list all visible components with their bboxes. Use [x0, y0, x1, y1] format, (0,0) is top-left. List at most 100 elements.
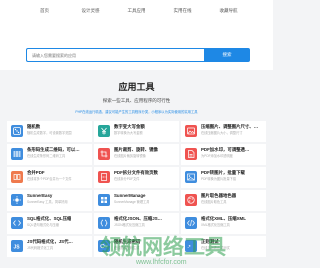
palette-icon	[185, 194, 197, 206]
key-icon	[98, 240, 110, 252]
tool-card-name: 格式化JSON、压缩JS…	[114, 216, 163, 221]
tool-card-desc: 在线正则表达式测试	[201, 246, 230, 250]
tool-card-text: SunnerManage SunnerManage 管理工具	[114, 193, 149, 205]
hero-banner	[0, 22, 273, 70]
pdf-icon	[185, 148, 197, 160]
tool-card-text: SunnerEasy SunnerEasy 工具，简单好用	[27, 193, 68, 205]
tool-card-name: 随机数	[27, 124, 41, 129]
tool-card-text: 正则测试 在线正则表达式测试	[201, 239, 230, 251]
nav-item-online[interactable]: 实用在线	[160, 8, 206, 14]
tool-card[interactable]: 图片取色器地色器 在线图片取色工具	[181, 190, 266, 211]
tool-card-desc: 随机生成数字，可设置数字范围	[27, 131, 72, 135]
tool-card[interactable]: 格式化JSON、压缩JS… JSON格式化压缩工具	[94, 213, 179, 234]
tool-card[interactable]: 数字变大写金额 数字转换为大写金额	[94, 121, 179, 142]
crop-icon	[98, 148, 110, 160]
nav-item-home[interactable]: 首页	[22, 8, 68, 14]
tool-card-text: 图片取色器地色器 在线图片取色工具	[201, 193, 236, 205]
tool-card[interactable]: SQL格式化、SQL压缩 SQL语句格式化与压缩	[7, 213, 92, 234]
tool-card-name: 图片裁剪、旋转、镜像	[114, 147, 158, 152]
split-icon	[98, 171, 110, 183]
tool-card-desc: SQL语句格式化与压缩	[27, 223, 59, 227]
tool-card[interactable]: JS JS代码格式化，JS代… JS代码格式化工具	[7, 236, 92, 257]
tool-card[interactable]: 随机数随机生成数字，可设置数字范围	[7, 121, 92, 142]
sun-icon	[11, 194, 23, 206]
tool-card-desc: 在线图片取色工具	[201, 200, 227, 204]
tool-card-text: 压缩图片、调整图片尺寸、… 在线压缩图片大小，调整尺寸	[201, 124, 258, 136]
nav-item-tools[interactable]: 工具应用	[114, 8, 160, 14]
tool-card-text: 随机数随机生成数字，可设置数字范围	[27, 124, 72, 136]
nav-item-bookmarks[interactable]: 收藏导航	[206, 8, 252, 14]
tool-card[interactable]: 条形码生成二维码，可以… 在线生成条形码二维码工具	[7, 144, 92, 165]
tool-card-name: 随机生成密码	[114, 239, 141, 244]
tool-card-text: PDF拆分文件有效页数 在线拆分PDF文件	[114, 170, 158, 182]
tool-card[interactable]: 合并PDF 在线将多个PDF合并为一个文件	[7, 167, 92, 188]
tool-card-desc: 在线拆分PDF文件	[114, 177, 140, 181]
search-button[interactable]: 搜索	[204, 48, 250, 62]
yen-icon	[98, 125, 110, 137]
section-header: 应用工具 探索一些工具、应用程序的可行性 PHP在线运行精选，建议可能产生的工具…	[0, 80, 273, 114]
tool-card-text: 图片裁剪、旋转、镜像 在线图片裁剪旋转镜像	[114, 147, 158, 159]
manage-icon	[98, 194, 110, 206]
barcode-icon	[11, 148, 23, 160]
tool-card-name: PDF转图片，批量下载	[201, 170, 245, 175]
tool-card[interactable]: 随机生成密码 在线随机密码生成	[94, 236, 179, 257]
svg-text:JS: JS	[14, 245, 21, 251]
tool-card-text: 格式化JSON、压缩JS… JSON格式化压缩工具	[114, 216, 162, 228]
dice-icon	[11, 125, 23, 137]
tool-card-desc: SunnerManage 管理工具	[114, 200, 150, 204]
tool-card-desc: JSON格式化压缩工具	[114, 223, 145, 227]
pdf-image-icon	[185, 171, 197, 183]
tool-card-name: SQL格式化、SQL压缩	[27, 216, 72, 221]
tool-card-text: JS代码格式化，JS代… JS代码格式化工具	[27, 239, 73, 251]
section-title: 应用工具	[118, 82, 155, 92]
tool-card[interactable]: PDF转图片，批量下载 PDF转换为图片批量下载	[181, 167, 266, 188]
tool-card-name: 数字变大写金额	[114, 124, 145, 129]
tool-card-name: PDF加水印，可调整透…	[201, 147, 250, 152]
tool-card-text: PDF加水印，可调整透… 为PDF添加水印透明度	[201, 147, 249, 159]
tool-card-name: 格式化XML、压缩XML	[201, 216, 246, 221]
tool-card-desc: 在线随机密码生成	[114, 246, 140, 250]
tool-card-text: PDF转图片，批量下载 PDF转换为图片批量下载	[201, 170, 245, 182]
tool-card[interactable]: SunnerEasy SunnerEasy 工具，简单好用	[7, 190, 92, 211]
tool-card[interactable]: 图片裁剪、旋转、镜像 在线图片裁剪旋转镜像	[94, 144, 179, 165]
search-bar: 搜索	[26, 48, 250, 62]
regex-icon: .*	[185, 240, 197, 252]
tool-card-text: SQL格式化、SQL压缩 SQL语句格式化与压缩	[27, 216, 71, 228]
merge-icon	[11, 171, 23, 183]
tool-card[interactable]: 压缩图片、调整图片尺寸、… 在线压缩图片大小，调整尺寸	[181, 121, 266, 142]
tool-card-desc: JS代码格式化工具	[27, 246, 54, 250]
nav-item-design[interactable]: 设计灵感	[68, 8, 114, 14]
tool-card-text: 格式化XML、压缩XML XML格式化压缩工具	[201, 216, 246, 228]
tool-card-desc: 在线图片裁剪旋转镜像	[114, 154, 146, 158]
svg-text:.*: .*	[188, 244, 191, 249]
tool-card[interactable]: PDF加水印，可调整透… 为PDF添加水印透明度	[181, 144, 266, 165]
tool-card-name: SunnerEasy	[27, 193, 53, 198]
json-icon	[98, 217, 110, 229]
tool-card-desc: 在线压缩图片大小，调整尺寸	[201, 131, 243, 135]
top-nav: 首页 设计灵感 工具应用 实用在线 收藏导航	[0, 0, 273, 23]
search-input[interactable]	[26, 48, 204, 62]
tool-card-text: 随机生成密码 在线随机密码生成	[114, 239, 140, 251]
tool-card[interactable]: .* 正则测试 在线正则表达式测试	[181, 236, 266, 257]
tool-card-name: 压缩图片、调整图片尺寸、…	[201, 124, 259, 129]
tool-card-name: JS代码格式化，JS代…	[27, 239, 73, 244]
xml-icon	[185, 217, 197, 229]
svg-text:www.lhfcfor.com: www.lhfcfor.com	[135, 259, 187, 266]
tool-card-desc: XML格式化压缩工具	[201, 223, 230, 227]
tool-card[interactable]: PDF拆分文件有效页数 在线拆分PDF文件	[94, 167, 179, 188]
js-icon: JS	[11, 240, 23, 252]
tool-card-text: 数字变大写金额 数字转换为大写金额	[114, 124, 145, 136]
tool-card-desc: 在线生成条形码二维码工具	[27, 154, 66, 158]
tool-card-text: 条形码生成二维码，可以… 在线生成条形码二维码工具	[27, 147, 80, 159]
tool-grid: 随机数随机生成数字，可设置数字范围 数字变大写金额 数字转换为大写金额 压缩图片、调整…	[7, 121, 266, 257]
tool-card-desc: 在线将多个PDF合并为一个文件	[27, 177, 72, 181]
tool-card-name: SunnerManage	[114, 193, 146, 198]
code-icon	[11, 217, 23, 229]
tool-card-desc: 数字转换为大写金额	[114, 131, 143, 135]
tool-card[interactable]: SunnerManage SunnerManage 管理工具	[94, 190, 179, 211]
tool-card-name: PDF拆分文件有效页数	[114, 170, 158, 175]
tool-card-name: 合并PDF	[27, 170, 45, 175]
tool-card-desc: 为PDF添加水印透明度	[201, 154, 233, 158]
tool-card-name: 图片取色器地色器	[201, 193, 237, 198]
tool-card[interactable]: 格式化XML、压缩XML XML格式化压缩工具	[181, 213, 266, 234]
